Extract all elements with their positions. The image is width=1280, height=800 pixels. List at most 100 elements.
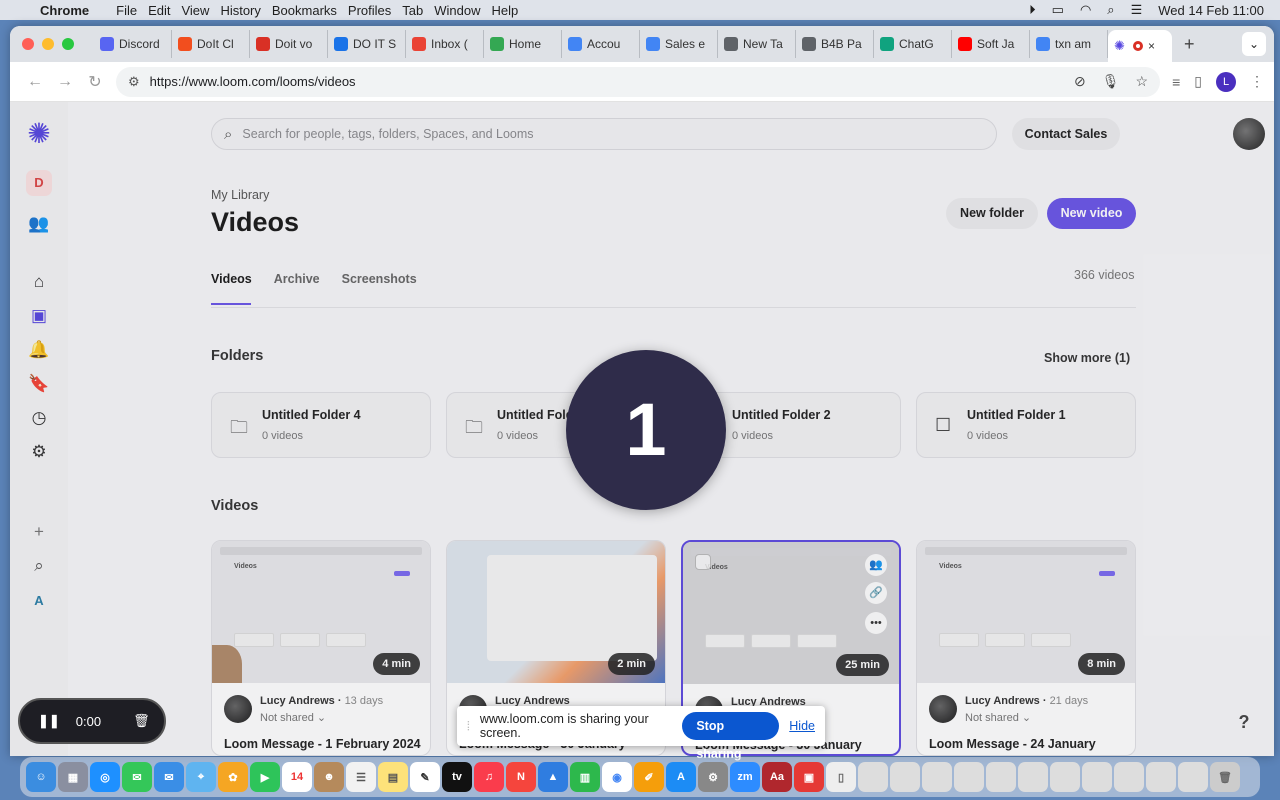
- side-panel-icon[interactable]: ▯: [1194, 73, 1202, 90]
- calendar-icon[interactable]: 14: [282, 762, 312, 792]
- tab-close-icon[interactable]: ×: [1148, 39, 1155, 53]
- browser-tab[interactable]: DoIt Cl: [172, 30, 250, 58]
- dictionary-icon[interactable]: Aa: [762, 762, 792, 792]
- menu-help[interactable]: Help: [492, 3, 530, 18]
- browser-tab[interactable]: Inbox (: [406, 30, 484, 58]
- browser-tab[interactable]: Sales e: [640, 30, 718, 58]
- tab-search-chevron-icon[interactable]: ⌄: [1242, 32, 1266, 56]
- chrome-menu-icon[interactable]: ⋮: [1250, 73, 1264, 90]
- recent-file-icon[interactable]: [1178, 762, 1208, 792]
- video-title[interactable]: Loom Message - 24 January: [929, 737, 1096, 751]
- menu-window[interactable]: Window: [434, 3, 491, 18]
- photos-icon[interactable]: ✿: [218, 762, 248, 792]
- browser-tab[interactable]: Accou: [562, 30, 640, 58]
- browser-tab[interactable]: Discord: [94, 30, 172, 58]
- recent-file-icon[interactable]: [890, 762, 920, 792]
- launchpad-icon[interactable]: ▦: [58, 762, 88, 792]
- browser-tab[interactable]: New Ta: [718, 30, 796, 58]
- video-thumbnail[interactable]: Videos 8 min: [917, 541, 1135, 683]
- menu-bookmarks[interactable]: Bookmarks: [272, 3, 348, 18]
- pages-icon[interactable]: ✐: [634, 762, 664, 792]
- people-icon[interactable]: 👥: [25, 210, 53, 238]
- new-tab-button[interactable]: +: [1184, 34, 1195, 55]
- bookmark-star-icon[interactable]: ☆: [1136, 73, 1149, 90]
- more-options-icon[interactable]: •••: [865, 612, 887, 634]
- recent-file-icon[interactable]: [922, 762, 952, 792]
- document-icon[interactable]: ▯: [826, 762, 856, 792]
- address-bar[interactable]: ⚙ https://www.loom.com/looms/videos ⊘ 🎙 …: [116, 66, 1161, 97]
- share-status[interactable]: Not shared: [965, 712, 1019, 724]
- facetime-icon[interactable]: ▶: [250, 762, 280, 792]
- browser-tab[interactable]: Doit vo: [250, 30, 328, 58]
- video-title[interactable]: Loom Message - 1 February 2024: [224, 737, 421, 751]
- stop-sharing-button[interactable]: Stop sharing: [682, 712, 780, 761]
- select-video-checkbox[interactable]: [695, 554, 711, 570]
- share-status[interactable]: Not shared: [260, 712, 314, 724]
- folder-card[interactable]: 🗀 Untitled Folder 4 0 videos: [211, 392, 431, 458]
- news-icon[interactable]: N: [506, 762, 536, 792]
- minimize-window-button[interactable]: [42, 38, 54, 50]
- keynote-icon[interactable]: ▲: [538, 762, 568, 792]
- profile-avatar[interactable]: L: [1216, 71, 1236, 92]
- copy-link-icon[interactable]: 🔗: [865, 582, 887, 604]
- browser-tab[interactable]: ChatG: [874, 30, 952, 58]
- close-window-button[interactable]: [22, 38, 34, 50]
- reload-button[interactable]: ↻: [80, 72, 110, 92]
- forward-button[interactable]: →: [50, 73, 80, 91]
- search-icon[interactable]: ⌕: [25, 552, 53, 580]
- recent-file-icon[interactable]: [954, 762, 984, 792]
- browser-tab-active[interactable]: ✺ ×: [1108, 30, 1172, 62]
- url-text[interactable]: https://www.loom.com/looms/videos: [150, 74, 356, 89]
- menubar-clock[interactable]: Wed 14 Feb 11:00: [1158, 3, 1264, 18]
- mail-icon[interactable]: ✉: [154, 762, 184, 792]
- site-info-icon[interactable]: ⚙: [128, 74, 140, 90]
- bookmark-icon[interactable]: 🔖: [25, 370, 53, 398]
- browser-tab[interactable]: Soft Ja: [952, 30, 1030, 58]
- drag-handle-icon[interactable]: ⦙: [467, 719, 470, 734]
- microphone-icon[interactable]: 🎙: [1102, 73, 1120, 90]
- help-button[interactable]: ?: [1230, 708, 1258, 736]
- chrome-icon[interactable]: ◉: [602, 762, 632, 792]
- tab-archive[interactable]: Archive: [274, 272, 320, 286]
- video-thumbnail[interactable]: Videos 👥 🔗 ••• 25 min: [683, 542, 899, 684]
- back-button[interactable]: ←: [20, 73, 50, 91]
- menu-profiles[interactable]: Profiles: [348, 3, 402, 18]
- acrobat-icon[interactable]: ▣: [794, 762, 824, 792]
- add-icon[interactable]: +: [25, 518, 53, 546]
- show-more-folders-button[interactable]: Show more (1): [1044, 351, 1130, 365]
- camera-blocked-icon[interactable]: ⊘: [1074, 73, 1086, 90]
- home-icon[interactable]: ⌂: [25, 268, 53, 296]
- a-app-icon[interactable]: A: [25, 586, 53, 614]
- safari-icon[interactable]: ◎: [90, 762, 120, 792]
- notes-icon[interactable]: ▤: [378, 762, 408, 792]
- recent-file-icon[interactable]: [1146, 762, 1176, 792]
- folder-checkbox-icon[interactable]: ☐: [935, 415, 951, 436]
- trash-icon[interactable]: 🗑: [1210, 762, 1240, 792]
- video-card[interactable]: Videos 4 min Lucy Andrews · 13 days Not …: [211, 540, 431, 756]
- browser-tab[interactable]: Home: [484, 30, 562, 58]
- user-avatar[interactable]: [1233, 118, 1265, 150]
- menu-app-chrome[interactable]: Chrome: [40, 3, 100, 18]
- menu-file[interactable]: File: [116, 3, 148, 18]
- reminders-icon[interactable]: ☰: [346, 762, 376, 792]
- settings-gear-icon[interactable]: ⚙: [25, 438, 53, 466]
- loom-logo-icon[interactable]: ✺: [27, 120, 50, 148]
- browser-tab[interactable]: B4B Pa: [796, 30, 874, 58]
- new-folder-button[interactable]: New folder: [946, 198, 1038, 229]
- share-people-icon[interactable]: 👥: [865, 554, 887, 576]
- library-icon[interactable]: ▣: [25, 302, 53, 330]
- notifications-bell-icon[interactable]: 🔔: [25, 336, 53, 364]
- video-thumbnail[interactable]: 2 min: [447, 541, 665, 683]
- music-icon[interactable]: ♫: [474, 762, 504, 792]
- messages-icon[interactable]: ✉: [122, 762, 152, 792]
- app-store-icon[interactable]: A: [666, 762, 696, 792]
- video-thumbnail[interactable]: Videos 4 min: [212, 541, 430, 683]
- recent-file-icon[interactable]: [1018, 762, 1048, 792]
- workspace-badge[interactable]: D: [26, 170, 52, 196]
- zoom-window-button[interactable]: [62, 38, 74, 50]
- pause-icon[interactable]: ❚❚: [38, 713, 60, 729]
- recent-file-icon[interactable]: [1050, 762, 1080, 792]
- hide-sharing-bar-link[interactable]: Hide: [789, 719, 815, 733]
- contacts-icon[interactable]: ☻: [314, 762, 344, 792]
- play-icon[interactable]: ⏵: [1029, 2, 1036, 18]
